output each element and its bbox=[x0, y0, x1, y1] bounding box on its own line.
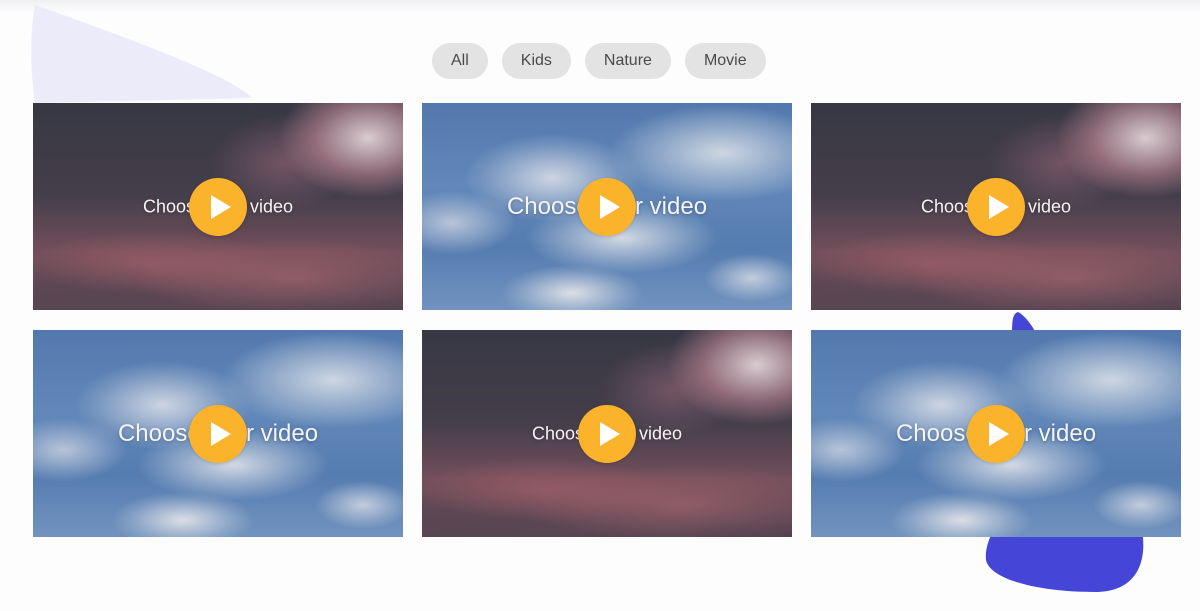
filter-movie-button[interactable]: Movie bbox=[684, 43, 766, 79]
play-button[interactable] bbox=[967, 405, 1025, 463]
play-button[interactable] bbox=[189, 178, 247, 236]
filter-kids-button[interactable]: Kids bbox=[501, 43, 571, 79]
filter-nature-button[interactable]: Nature bbox=[584, 43, 671, 79]
play-button[interactable] bbox=[578, 405, 636, 463]
play-button[interactable] bbox=[189, 405, 247, 463]
video-card-1[interactable]: Choose your video bbox=[33, 103, 403, 310]
filter-all-button[interactable]: All bbox=[432, 43, 488, 79]
play-icon bbox=[988, 195, 1009, 219]
video-card-5[interactable]: Choose your video bbox=[422, 330, 792, 537]
video-grid: Choose your video Choose your video Choo… bbox=[33, 103, 1181, 537]
lavender-blob bbox=[31, 5, 252, 103]
play-button[interactable] bbox=[967, 178, 1025, 236]
play-icon bbox=[210, 422, 231, 446]
video-card-4[interactable]: Choose your video bbox=[33, 330, 403, 537]
play-icon bbox=[599, 195, 620, 219]
play-icon bbox=[599, 422, 620, 446]
video-card-6[interactable]: Choose your video bbox=[811, 330, 1181, 537]
video-card-2[interactable]: Choose your video bbox=[422, 103, 792, 310]
category-filters: All Kids Nature Movie bbox=[432, 43, 766, 79]
video-card-3[interactable]: Choose your video bbox=[811, 103, 1181, 310]
play-icon bbox=[210, 195, 231, 219]
play-button[interactable] bbox=[578, 178, 636, 236]
top-shade bbox=[0, 0, 1200, 14]
play-icon bbox=[988, 422, 1009, 446]
